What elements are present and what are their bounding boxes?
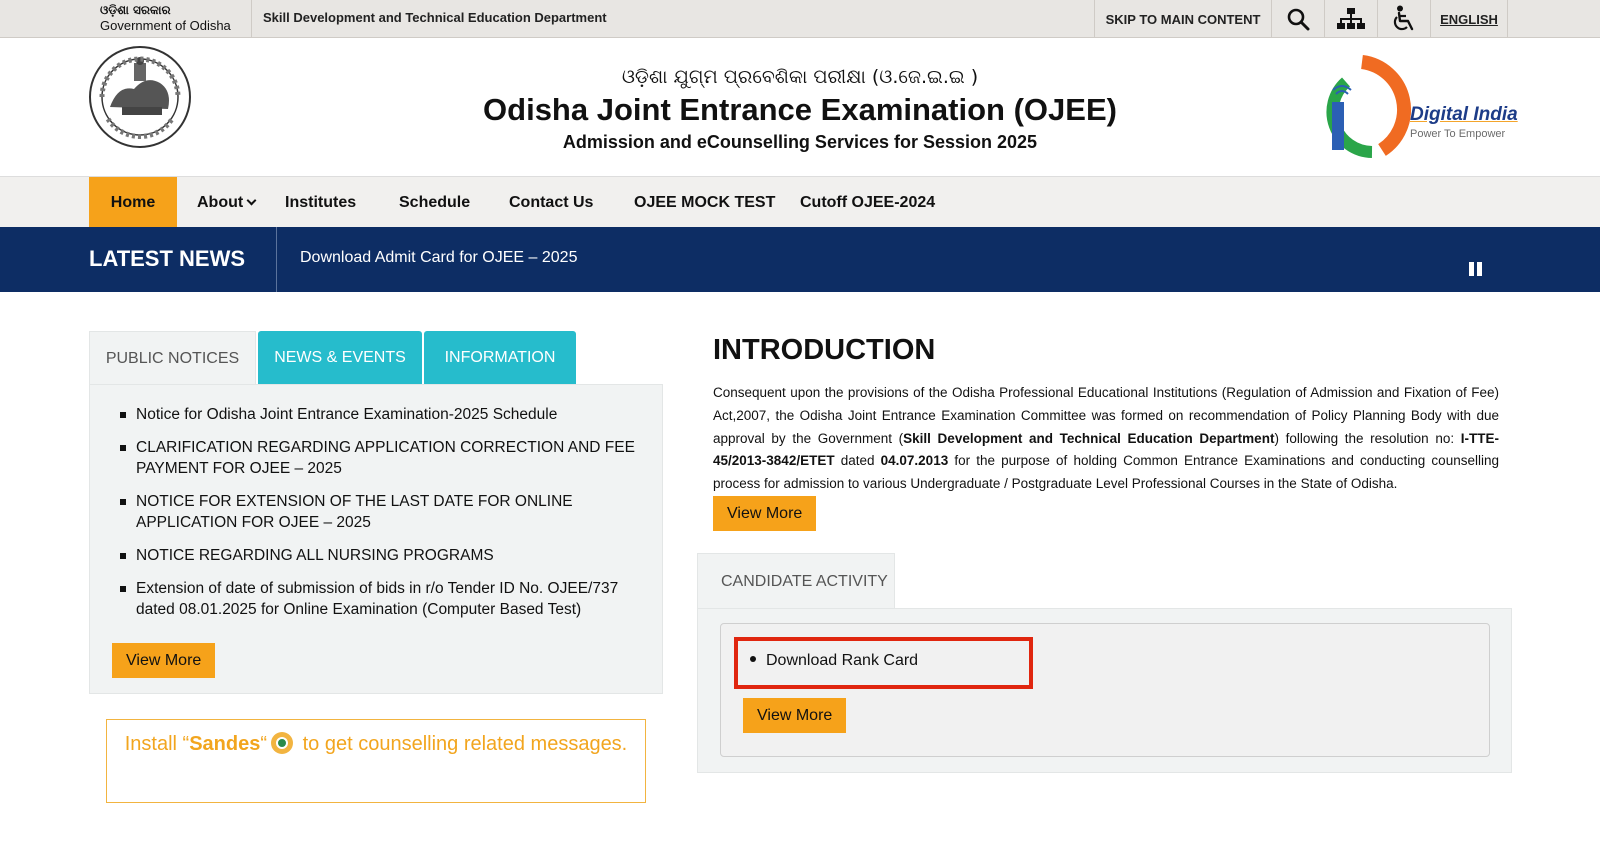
nav-about-label: About [197, 194, 244, 211]
nav-contact-us[interactable]: Contact Us [509, 177, 593, 228]
language-link[interactable]: ENGLISH [1430, 0, 1508, 38]
download-rank-card-link[interactable]: Download Rank Card [750, 652, 918, 670]
gov-english-label: Government of Odisha [100, 18, 231, 33]
latest-news-label: LATEST NEWS [89, 246, 246, 271]
resolution-date: 04.07.2013 [880, 453, 949, 469]
sandes-install-banner[interactable]: Install “Sandes“ to get counselling rela… [106, 719, 646, 803]
sandes-suffix: to get counselling related messages. [297, 733, 628, 755]
pause-button[interactable] [1469, 262, 1482, 276]
sitemap-icon [1337, 8, 1365, 29]
top-utility-bar: ଓଡ଼ିଶା ସରକାର Government of Odisha Skill … [0, 0, 1600, 38]
search-button[interactable] [1271, 0, 1324, 38]
accessibility-button[interactable] [1377, 0, 1430, 38]
nav-ojee-mock-test[interactable]: OJEE MOCK TEST [634, 177, 775, 228]
sandes-quote: “ [260, 733, 268, 755]
gov-odia-label: ଓଡ଼ିଶା ସରକାର [100, 3, 171, 17]
main-navigation: Home About Institutes Schedule Contact U… [0, 176, 1600, 228]
site-header: ଓଡ଼ିଶା ଯୁଗ୍ମ ପ୍ରବେଶିକା ପରୀକ୍ଷା (ଓ.ଜେ.ଇ.ଇ… [0, 38, 1600, 176]
candidate-view-more-button[interactable]: View More [743, 698, 847, 733]
search-icon [1287, 8, 1310, 31]
sandes-app-icon [271, 732, 294, 754]
pause-icon [1469, 262, 1474, 276]
tab-news-events[interactable]: NEWS & EVENTS [258, 331, 422, 385]
government-of-odisha: ଓଡ଼ିଶା ସରକାର Government of Odisha [100, 3, 231, 33]
nav-schedule[interactable]: Schedule [399, 177, 470, 228]
nav-institutes[interactable]: Institutes [285, 177, 356, 228]
sandes-name: Sandes [189, 733, 261, 755]
intro-view-more-button[interactable]: View More [713, 496, 817, 531]
tab-public-notices[interactable]: PUBLIC NOTICES [89, 331, 256, 385]
latest-news-bar: LATEST NEWS Download Admit Card for OJEE… [0, 227, 1600, 292]
department-bold: Skill Development and Technical Educatio… [903, 430, 1275, 446]
tab-candidate-activity[interactable]: CANDIDATE ACTIVITY [697, 553, 895, 609]
digital-india-text: Digital India Power To Empower [1410, 104, 1518, 140]
notice-item[interactable]: NOTICE REGARDING ALL NURSING PROGRAMS [120, 545, 650, 566]
divider [251, 0, 252, 38]
chevron-down-icon [246, 195, 257, 206]
nav-home[interactable]: Home [89, 177, 177, 228]
notice-item[interactable]: CLARIFICATION REGARDING APPLICATION CORR… [120, 437, 650, 479]
notice-item[interactable]: Notice for Odisha Joint Entrance Examina… [120, 404, 650, 425]
digital-india-tagline: Power To Empower [1410, 128, 1506, 140]
news-ticker-item[interactable]: Download Admit Card for OJEE – 2025 [300, 249, 577, 267]
tab-information[interactable]: INFORMATION [424, 331, 576, 385]
notice-item[interactable]: Extension of date of submission of bids … [120, 578, 650, 620]
accessibility-icon [1393, 5, 1414, 31]
digital-india-label: Digital India [1410, 104, 1518, 125]
introduction-text: Consequent upon the provisions of the Od… [713, 385, 1499, 492]
sitemap-button[interactable] [1324, 0, 1377, 38]
nav-about[interactable]: About [197, 177, 257, 228]
department-label: Skill Development and Technical Educatio… [263, 10, 607, 25]
nav-cutoff-ojee-2024[interactable]: Cutoff OJEE-2024 [800, 177, 935, 228]
skip-to-main-content-link[interactable]: SKIP TO MAIN CONTENT [1094, 0, 1271, 38]
notice-item[interactable]: NOTICE FOR EXTENSION OF THE LAST DATE FO… [120, 491, 650, 533]
introduction-heading: INTRODUCTION [713, 334, 936, 366]
notices-view-more-button[interactable]: View More [112, 643, 216, 678]
sandes-prefix: Install “ [124, 733, 190, 755]
public-notices-list: Notice for Odisha Joint Entrance Examina… [120, 404, 650, 632]
divider [276, 227, 277, 292]
